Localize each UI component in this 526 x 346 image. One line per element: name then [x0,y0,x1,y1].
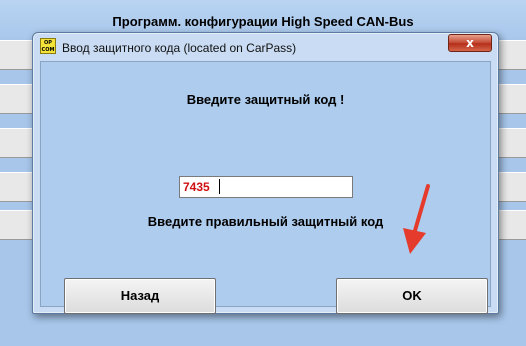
background-window-title: Программ. конфигурации High Speed CAN-Bu… [112,14,414,29]
close-button[interactable]: x [448,34,492,52]
ok-button[interactable]: OK [336,278,488,314]
correct-code-hint: Введите правильный защитный код [147,214,384,229]
dialog-titlebar[interactable]: OP COM Ввод защитного кода (located on Ca… [33,33,498,61]
dialog-body: Введите защитный код ! Введите правильны… [40,61,491,314]
enter-code-prompt: Введите защитный код ! [186,92,345,107]
security-code-input[interactable] [179,176,353,198]
opcom-app-icon: OP COM [40,38,56,54]
back-button[interactable]: Назад [64,278,216,314]
dialog-title: Ввод защитного кода (located on CarPass) [62,41,297,55]
close-icon: x [466,36,474,50]
text-caret [219,179,220,194]
security-code-dialog: OP COM Ввод защитного кода (located on Ca… [32,32,499,314]
